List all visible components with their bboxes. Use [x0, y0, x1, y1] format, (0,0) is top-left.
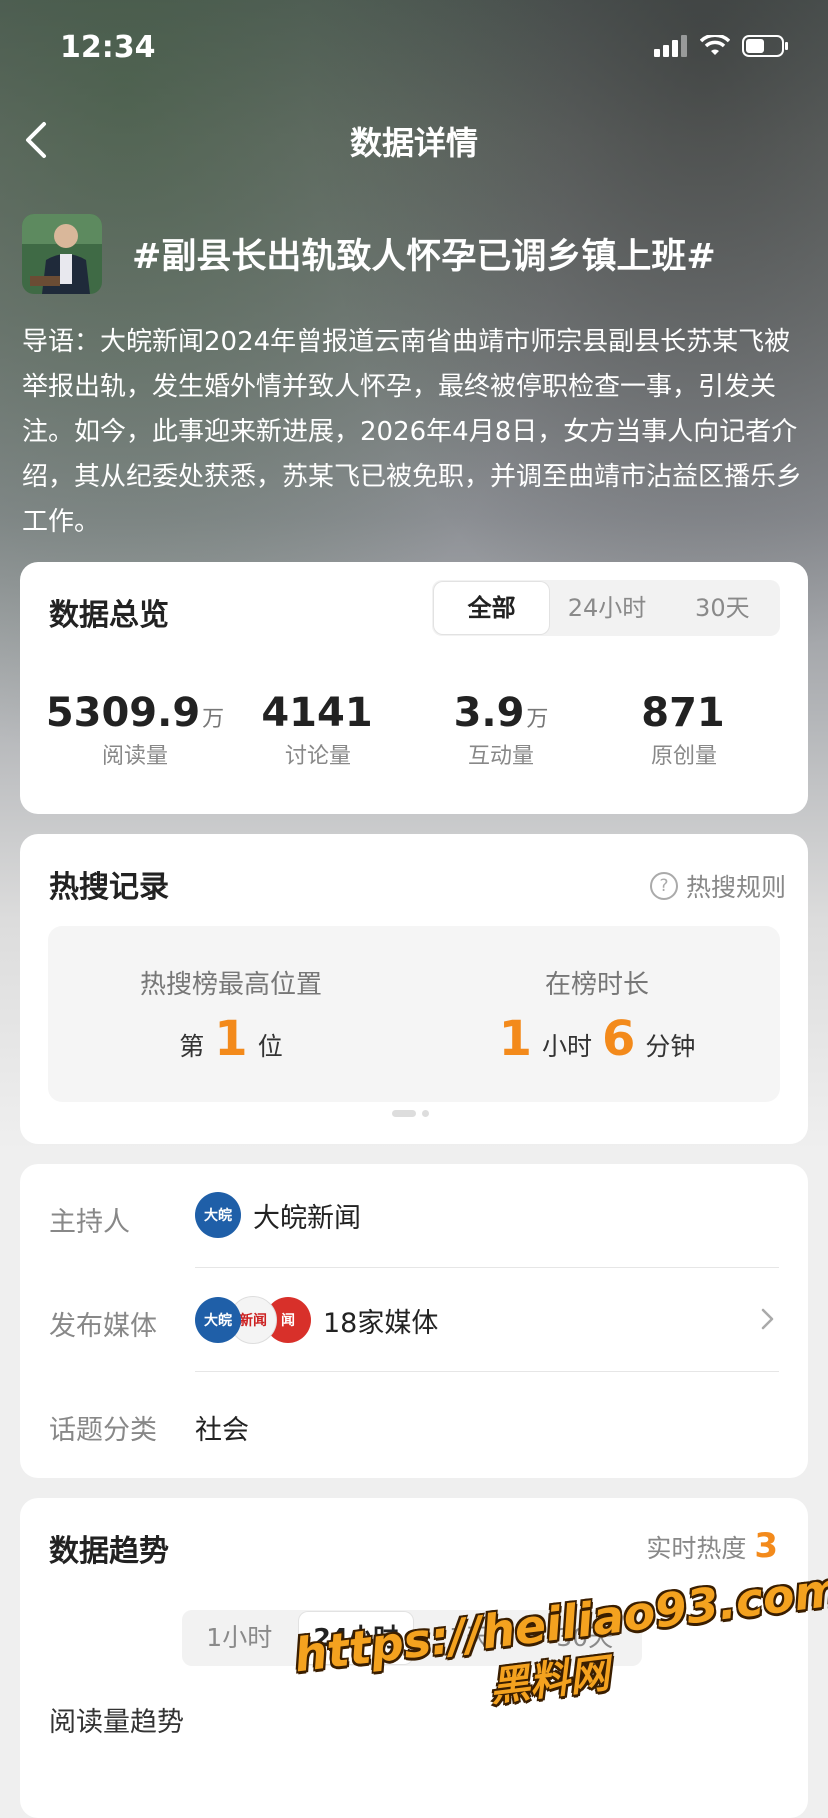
duration-block: 在榜时长 1 小时 6 分钟 — [414, 964, 780, 1067]
media-row[interactable]: 发布媒体 大皖 新闻 闻 18家媒体 — [49, 1268, 779, 1372]
cellular-signal-icon — [654, 35, 687, 57]
stat-value: 4141 — [261, 690, 373, 736]
page-indicator — [392, 1110, 429, 1117]
tab-all[interactable]: 全部 — [434, 582, 550, 634]
question-icon: ? — [649, 872, 678, 900]
page-dot-active — [392, 1110, 416, 1117]
category-label: 话题分类 — [49, 1415, 157, 1446]
category-row: 话题分类 社会 — [49, 1372, 779, 1476]
rank-caption: 热搜榜最高位置 — [139, 970, 322, 1000]
dawan-logo-icon: 大皖 — [195, 1192, 241, 1238]
page-title: 数据详情 — [349, 124, 478, 162]
tab-30d[interactable]: 30天 — [528, 1612, 643, 1664]
hours-unit: 小时 — [541, 1032, 592, 1061]
category-value: 社会 — [195, 1415, 249, 1446]
stat-value: 5309.9 — [45, 690, 201, 736]
hot-search-rules-link[interactable]: ? 热搜规则 — [649, 868, 786, 904]
tab-30d[interactable]: 30天 — [665, 582, 780, 634]
page-dot — [422, 1110, 429, 1117]
hours-value: 1 — [498, 1011, 532, 1067]
stat-label: 原创量 — [650, 744, 717, 769]
realtime-value: 3 — [754, 1526, 778, 1566]
stat-value: 871 — [641, 690, 725, 736]
overview-title: 数据总览 — [49, 598, 169, 633]
hot-search-card: 热搜记录 ? 热搜规则 热搜榜最高位置 第 1 位 在榜时长 1 小时 6 分钟 — [20, 834, 808, 1144]
host-label: 主持人 — [49, 1207, 130, 1238]
info-card: 主持人 大皖 大皖新闻 发布媒体 大皖 新闻 闻 18家媒体 话题分类 社会 — [20, 1164, 808, 1478]
stat-discussions: 4141 讨论量 — [223, 690, 413, 770]
minutes-unit: 分钟 — [645, 1032, 696, 1061]
stat-unit: 万 — [526, 707, 549, 732]
stat-label: 阅读量 — [101, 744, 168, 769]
tab-24h[interactable]: 24小时 — [298, 1612, 413, 1664]
trend-range-tabs: 1小时 24小时 7天 30天 — [182, 1610, 642, 1666]
hot-search-stats: 热搜榜最高位置 第 1 位 在榜时长 1 小时 6 分钟 — [48, 926, 780, 1102]
media-value: 大皖 新闻 闻 18家媒体 — [195, 1296, 438, 1344]
stat-value: 3.9 — [453, 690, 525, 736]
status-time: 12:34 — [60, 30, 156, 65]
host-value: 大皖 大皖新闻 — [195, 1192, 361, 1238]
stat-interactions: 3.9万 互动量 — [406, 690, 596, 770]
rank-block: 热搜榜最高位置 第 1 位 — [48, 964, 414, 1067]
hot-search-title: 热搜记录 — [49, 870, 169, 905]
rules-label: 热搜规则 — [685, 873, 786, 902]
stat-label: 讨论量 — [284, 744, 351, 769]
media-count: 18家媒体 — [323, 1307, 439, 1339]
trend-title: 数据趋势 — [49, 1534, 169, 1569]
stat-originals: 871 原创量 — [589, 690, 779, 770]
tab-24h[interactable]: 24小时 — [549, 582, 664, 634]
overview-range-tabs: 全部 24小时 30天 — [432, 580, 780, 636]
host-row[interactable]: 主持人 大皖 大皖新闻 — [49, 1164, 779, 1268]
chevron-right-icon — [761, 1308, 774, 1330]
battery-icon — [742, 35, 788, 57]
minutes-value: 6 — [602, 1011, 636, 1067]
overview-card: 数据总览 全部 24小时 30天 5309.9万 阅读量 4141 讨论量 3.… — [20, 562, 808, 814]
tab-1h[interactable]: 1小时 — [182, 1612, 297, 1664]
duration-caption: 在榜时长 — [544, 970, 649, 1000]
tab-7d[interactable]: 7天 — [413, 1612, 528, 1664]
status-icons — [654, 34, 790, 58]
realtime-label: 实时热度 — [646, 1534, 747, 1563]
rank-prefix: 第 — [179, 1032, 205, 1061]
stat-label: 互动量 — [467, 744, 534, 769]
host-name: 大皖新闻 — [253, 1202, 361, 1234]
read-trend-label: 阅读量趋势 — [49, 1707, 184, 1738]
realtime-heat: 实时热度 3 — [646, 1526, 778, 1566]
media-label: 发布媒体 — [49, 1311, 157, 1342]
trend-card: 数据趋势 实时热度 3 1小时 24小时 7天 30天 阅读量趋势 — [20, 1498, 808, 1818]
topic-thumbnail[interactable] — [22, 214, 102, 294]
stat-unit: 万 — [202, 707, 225, 732]
topic-title: #副县长出轨致人怀孕已调乡镇上班# — [132, 237, 716, 277]
dawan-logo-icon: 大皖 — [195, 1297, 241, 1343]
topic-thumbnail-image — [22, 214, 102, 294]
stat-reads: 5309.9万 阅读量 — [40, 690, 230, 770]
topic-intro: 导语：大皖新闻2024年曾报道云南省曲靖市师宗县副县长苏某飞被举报出轨，发生婚外… — [22, 327, 803, 537]
wifi-icon — [700, 35, 730, 55]
rank-value: 1 — [214, 1011, 248, 1067]
rank-suffix: 位 — [257, 1032, 283, 1061]
